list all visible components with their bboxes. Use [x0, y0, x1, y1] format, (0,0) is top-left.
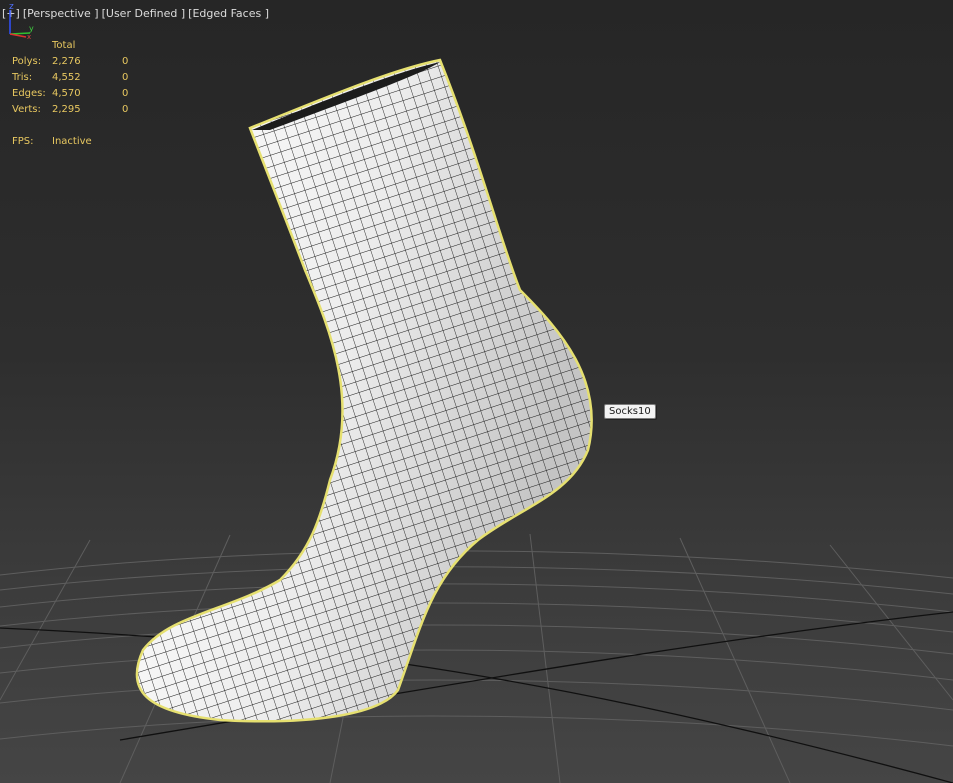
- viewport-label-menu: [+] [Perspective ] [User Defined ] [Edged F…: [2, 7, 272, 20]
- viewport-shading-menu[interactable]: [Edged Faces ]: [188, 7, 269, 20]
- axis-z-label: z: [9, 2, 14, 12]
- viewport-mode-menu[interactable]: [User Defined ]: [102, 7, 186, 20]
- grid-axes: [0, 611, 953, 783]
- viewport-canvas: [0, 58, 953, 783]
- perspective-viewport[interactable]: [+] [Perspective ] [User Defined ] [Edged F…: [0, 0, 953, 783]
- axis-y-label: y: [29, 24, 34, 33]
- axis-x-label: x: [27, 33, 31, 40]
- axis-gizmo-icon: z y x: [9, 2, 34, 40]
- sock-mesh: [135, 58, 593, 723]
- stats-header: Total: [52, 40, 76, 51]
- object-name-tooltip: Socks10: [604, 404, 656, 419]
